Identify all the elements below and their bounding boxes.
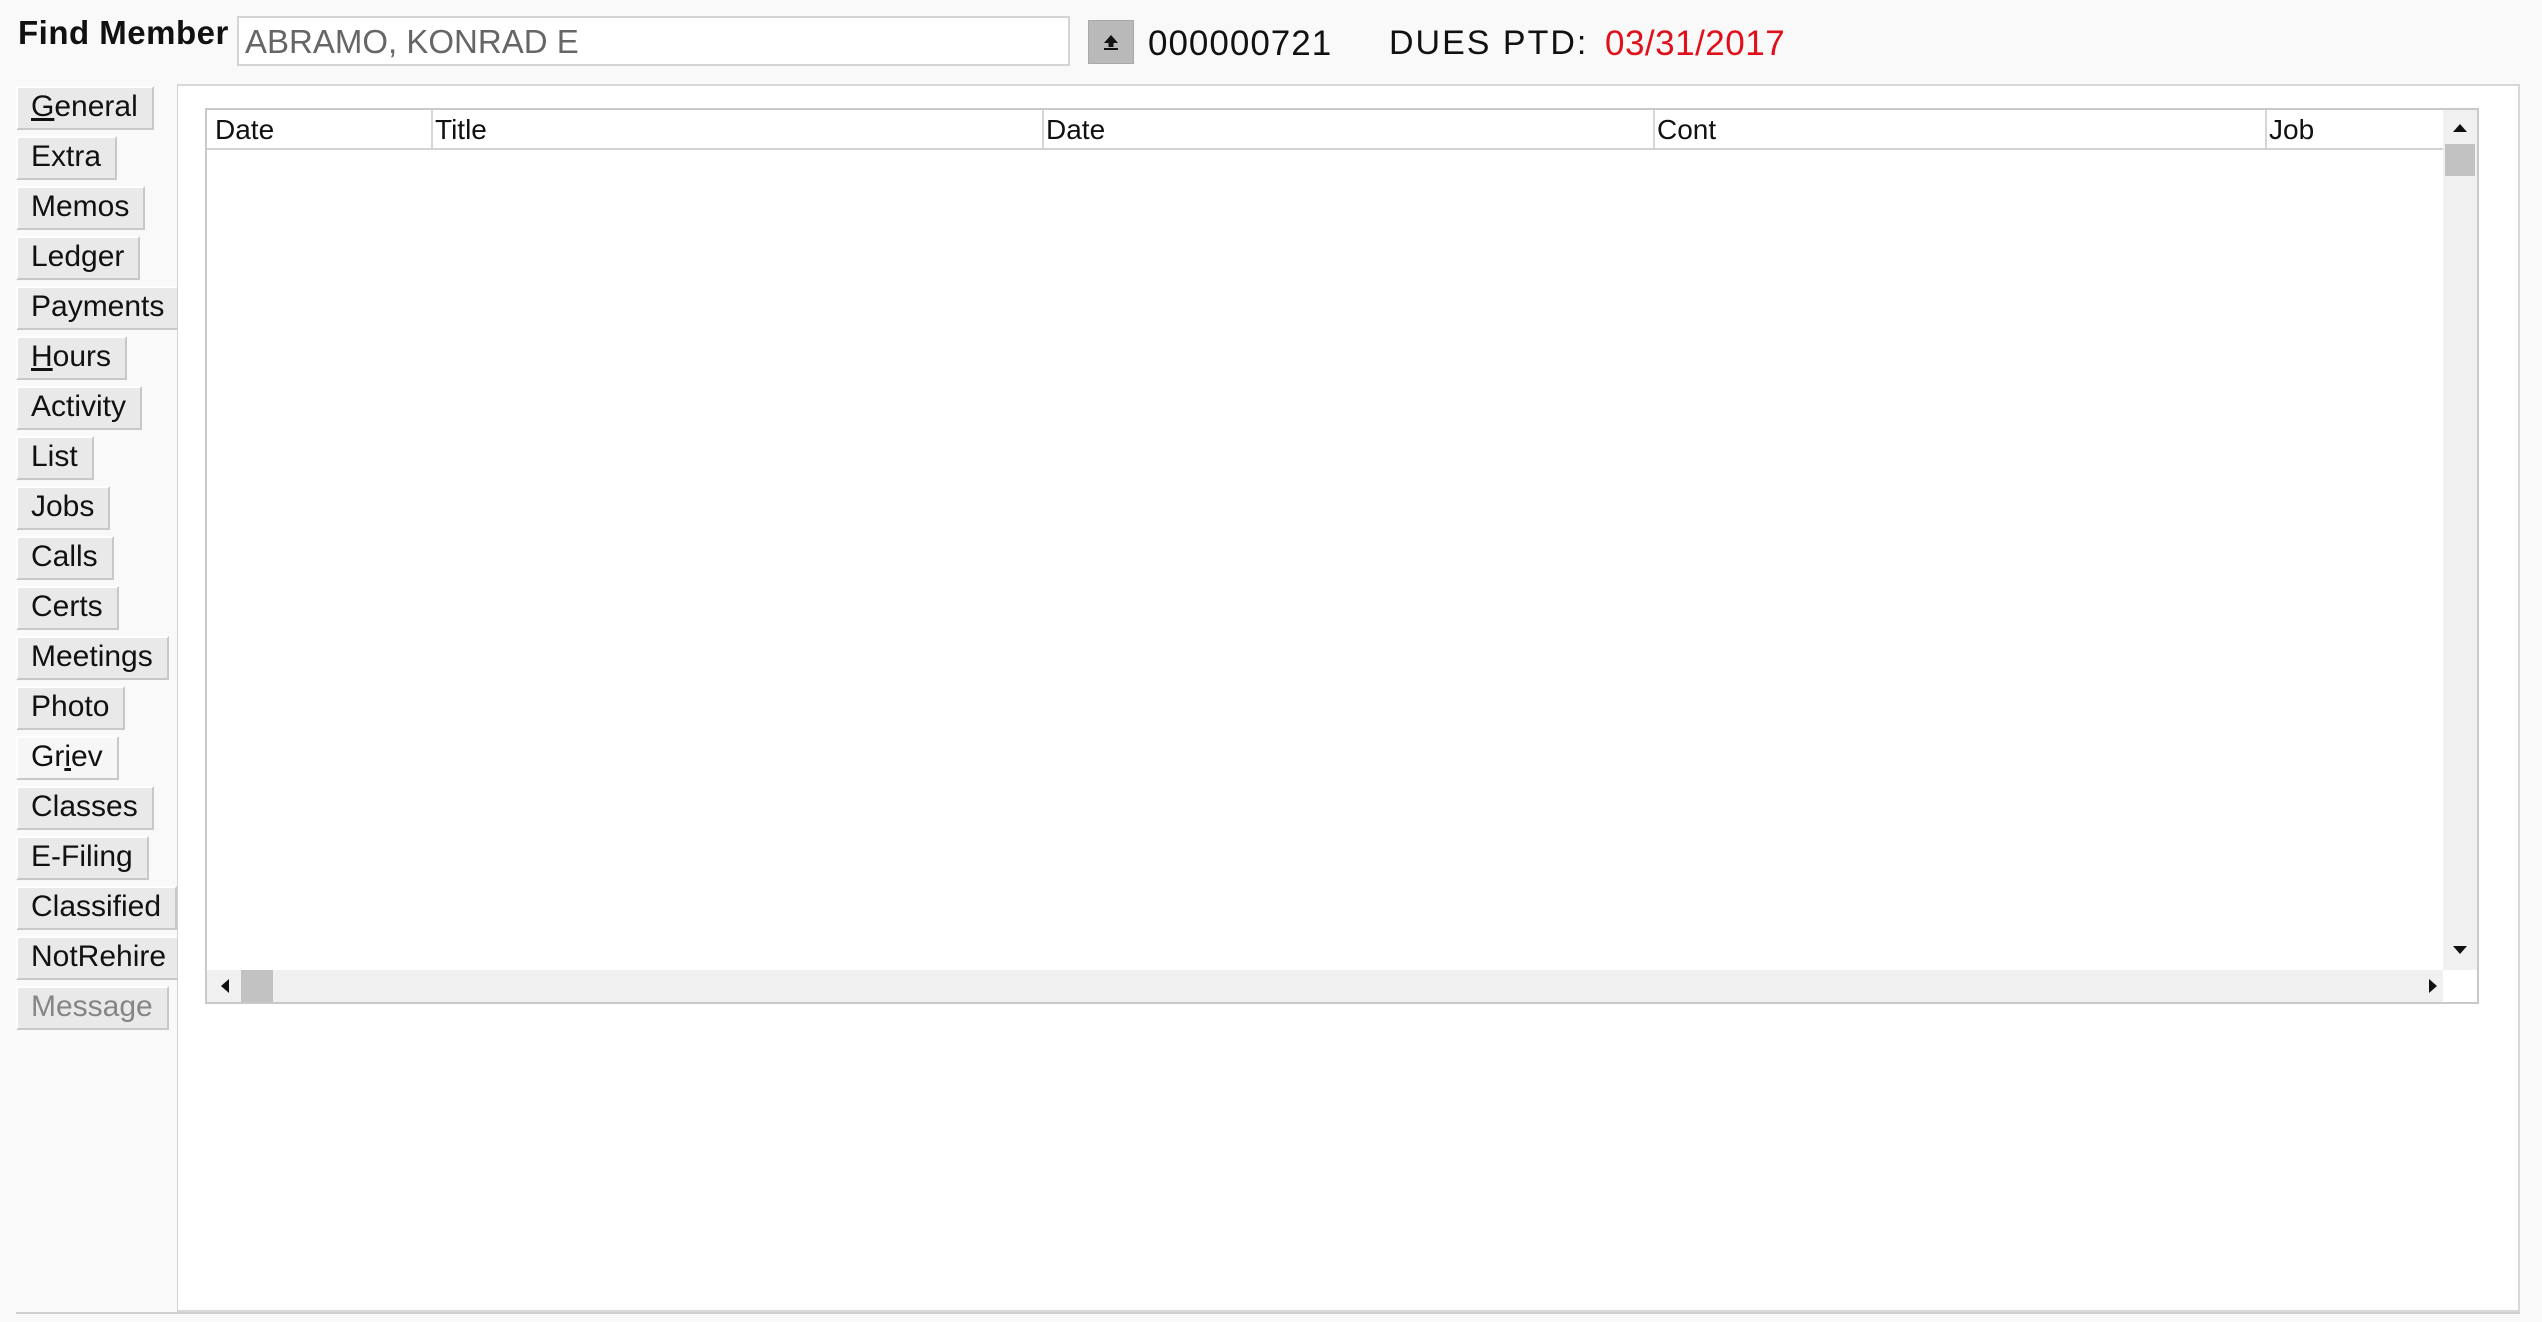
tab-meetings[interactable]: Meetings (16, 636, 169, 680)
tab-label: NotRehire (31, 940, 167, 973)
find-member-label: Find Member (18, 14, 229, 51)
tab-label: Photo (31, 690, 110, 723)
tab-memos[interactable]: Memos (16, 186, 146, 230)
vertical-scroll-thumb[interactable] (2445, 144, 2475, 176)
tab-label: Activity (31, 390, 127, 423)
find-member-input[interactable] (237, 16, 1070, 66)
scrollbar-corner (2443, 970, 2477, 1002)
member-number: 000000721 (1148, 24, 1333, 63)
tab-hours[interactable]: Hours (16, 336, 128, 380)
tab-extra[interactable]: Extra (16, 136, 118, 180)
column-header-date-2[interactable]: Date (1042, 110, 1653, 148)
upload-arrow-icon (1104, 35, 1118, 50)
tab-message[interactable]: Message (16, 986, 169, 1030)
tab-label: General (31, 90, 138, 123)
tab-label: Hours (31, 340, 112, 373)
grid-body[interactable] (207, 150, 2445, 972)
tab-ledger[interactable]: Ledger (16, 236, 141, 280)
tab-e-filing[interactable]: E-Filing (16, 836, 149, 880)
scroll-right-arrow-icon[interactable] (2429, 979, 2437, 993)
tab-label: Meetings (31, 640, 153, 673)
horizontal-scroll-thumb[interactable] (241, 970, 273, 1002)
tab-label: Payments (31, 290, 165, 323)
scroll-down-arrow-icon[interactable] (2453, 946, 2467, 954)
tab-label: Griev (31, 740, 103, 773)
tab-label: Classified (31, 890, 162, 923)
grid-header: Date Title Date Cont Job (207, 110, 2445, 150)
tab-payments[interactable]: Payments (16, 286, 181, 330)
tab-label: Ledger (31, 240, 125, 273)
tab-classes[interactable]: Classes (16, 786, 154, 830)
tab-label: E-Filing (31, 840, 133, 873)
tab-photo[interactable]: Photo (16, 686, 126, 730)
grievance-grid: Date Title Date Cont Job (205, 108, 2479, 1004)
tab-label: Certs (31, 590, 103, 623)
scroll-up-arrow-icon[interactable] (2453, 124, 2467, 132)
vertical-scrollbar[interactable] (2443, 110, 2477, 972)
bottom-divider (16, 1312, 2520, 1314)
tab-general[interactable]: General (16, 86, 154, 130)
tab-classified[interactable]: Classified (16, 886, 178, 930)
tab-label: Memos (31, 190, 130, 223)
column-header-title[interactable]: Title (431, 110, 1042, 148)
dues-ptd-date: 03/31/2017 (1605, 24, 1786, 63)
tab-certs[interactable]: Certs (16, 586, 119, 630)
tab-label: Calls (31, 540, 98, 573)
tab-label: Jobs (31, 490, 95, 523)
tab-calls[interactable]: Calls (16, 536, 114, 580)
tab-list[interactable]: List (16, 436, 94, 480)
tab-label: Classes (31, 790, 138, 823)
column-header-cont[interactable]: Cont (1653, 110, 2265, 148)
tab-griev[interactable]: Griev (16, 736, 119, 780)
column-header-job[interactable]: Job (2265, 110, 2445, 148)
tab-label: List (31, 440, 78, 473)
horizontal-scrollbar[interactable] (207, 970, 2445, 1002)
dues-ptd-label: DUES PTD: (1389, 24, 1589, 62)
tab-label: Message (31, 990, 153, 1023)
member-lookup-button[interactable] (1088, 20, 1134, 64)
member-window: Find Member 000000721 DUES PTD: 03/31/20… (0, 0, 2542, 1322)
tab-jobs[interactable]: Jobs (16, 486, 111, 530)
scroll-left-arrow-icon[interactable] (221, 979, 229, 993)
tab-notrehire[interactable]: NotRehire (16, 936, 183, 980)
tab-activity[interactable]: Activity (16, 386, 143, 430)
tab-label: Extra (31, 140, 102, 173)
column-header-date[interactable]: Date (207, 110, 431, 148)
